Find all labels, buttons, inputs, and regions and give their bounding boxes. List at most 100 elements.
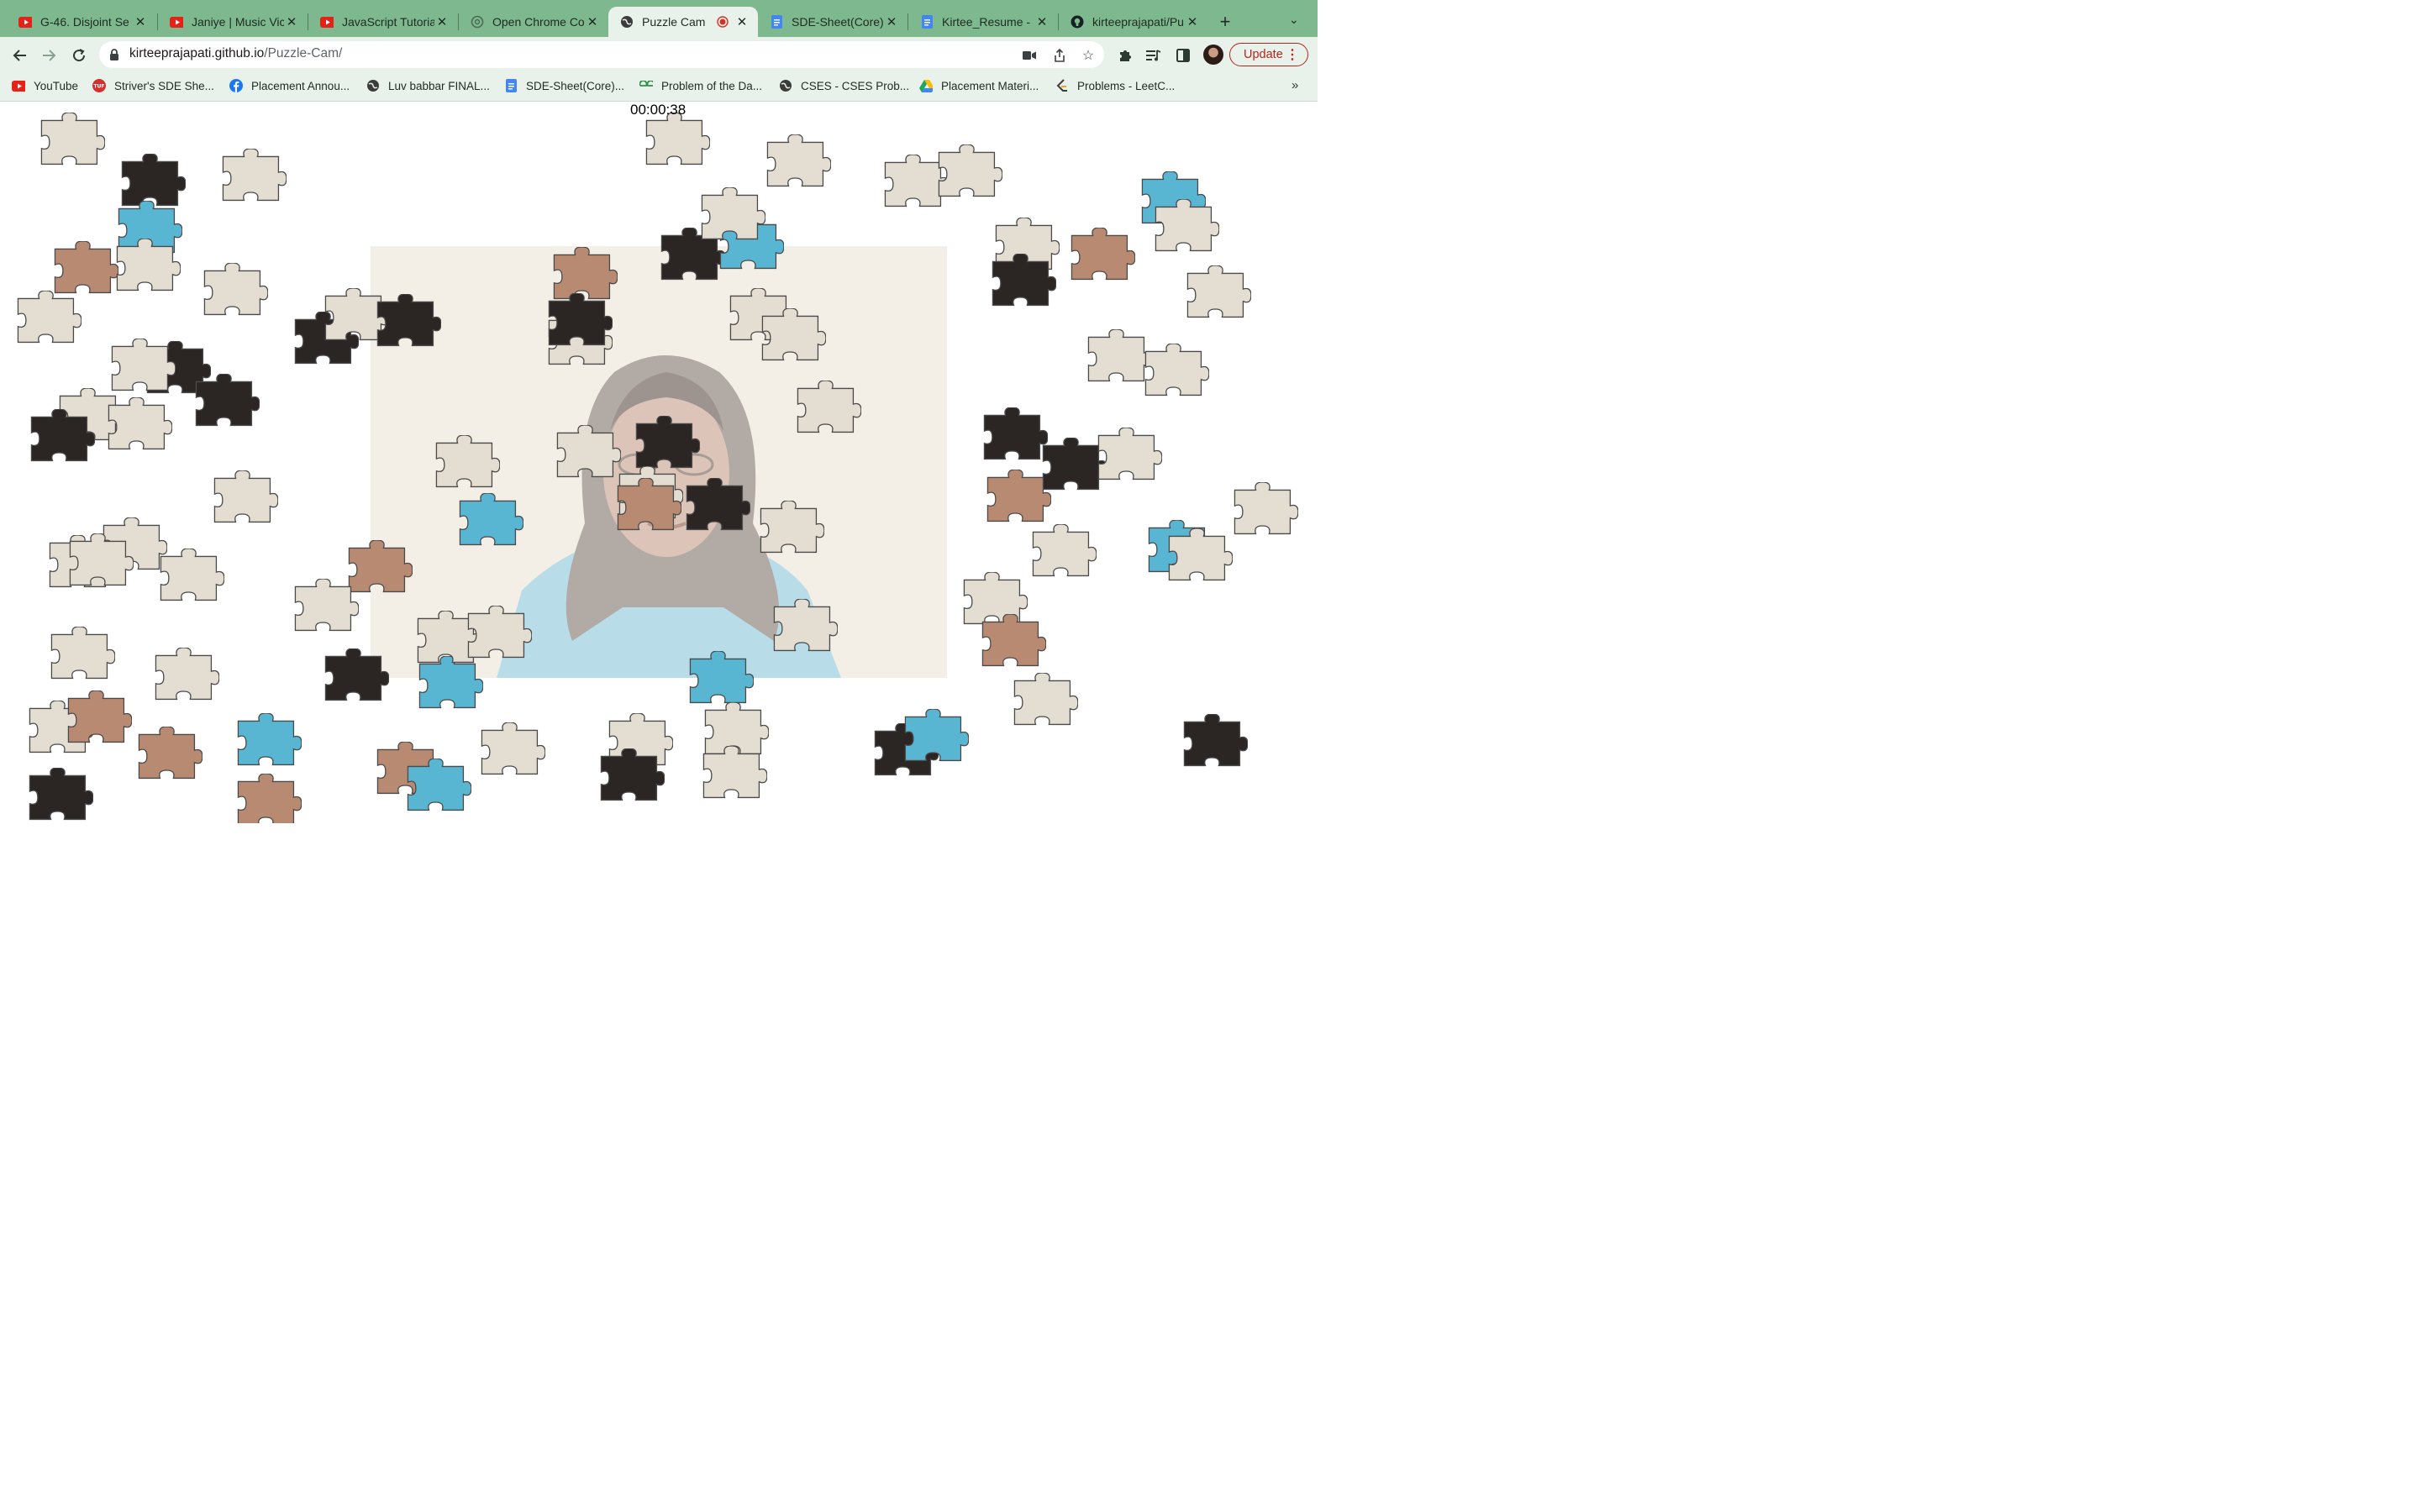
puzzle-piece[interactable] bbox=[610, 477, 682, 531]
camera-icon[interactable] bbox=[1022, 48, 1037, 63]
puzzle-piece[interactable] bbox=[546, 246, 618, 300]
puzzle-piece[interactable] bbox=[1148, 198, 1220, 252]
puzzle-piece[interactable] bbox=[109, 238, 182, 291]
puzzle-piece[interactable] bbox=[696, 745, 768, 799]
close-icon[interactable]: ✕ bbox=[585, 14, 600, 29]
avatar[interactable] bbox=[1203, 45, 1223, 65]
lock-icon[interactable] bbox=[109, 48, 119, 66]
puzzle-piece[interactable] bbox=[230, 712, 302, 766]
puzzle-piece[interactable] bbox=[1161, 528, 1234, 581]
puzzle-piece[interactable] bbox=[550, 424, 622, 478]
puzzle-piece[interactable] bbox=[47, 240, 119, 294]
tab-6[interactable]: Kirtee_Resume - ✕ bbox=[908, 7, 1058, 37]
puzzle-piece[interactable] bbox=[101, 396, 173, 450]
puzzle-piece[interactable] bbox=[694, 186, 766, 240]
puzzle-piece[interactable] bbox=[114, 153, 187, 207]
tab-2[interactable]: JavaScript Tutoria ✕ bbox=[308, 7, 458, 37]
puzzle-piece[interactable] bbox=[474, 722, 546, 775]
bookmark-placement-material[interactable]: Placement Materi... bbox=[919, 79, 1039, 92]
bookmark-sde-sheet[interactable]: SDE-Sheet(Core)... bbox=[504, 79, 624, 92]
puzzle-piece[interactable] bbox=[980, 469, 1052, 522]
back-button[interactable] bbox=[8, 44, 32, 67]
close-icon[interactable]: ✕ bbox=[1185, 14, 1200, 29]
puzzle-piece[interactable] bbox=[755, 307, 827, 361]
puzzle-piece[interactable] bbox=[62, 533, 134, 586]
puzzle-piece[interactable] bbox=[1025, 523, 1097, 577]
puzzle-piece[interactable] bbox=[1138, 343, 1210, 396]
puzzle-piece[interactable] bbox=[188, 373, 260, 427]
puzzle-piece[interactable] bbox=[931, 144, 1003, 197]
close-icon[interactable]: ✕ bbox=[734, 14, 750, 29]
bookmark-placement-announcements[interactable]: Placement Annou... bbox=[229, 79, 350, 92]
puzzle-piece[interactable] bbox=[1091, 427, 1163, 480]
side-panel-icon[interactable] bbox=[1175, 47, 1192, 64]
puzzle-piece[interactable] bbox=[22, 767, 94, 821]
puzzle-piece[interactable] bbox=[1176, 713, 1249, 767]
tab-4[interactable]: Puzzle Cam ✕ bbox=[608, 7, 758, 37]
puzzle-piece[interactable] bbox=[679, 477, 751, 531]
puzzle-piece[interactable] bbox=[215, 148, 287, 202]
extensions-icon[interactable] bbox=[1117, 47, 1134, 64]
puzzle-piece[interactable] bbox=[760, 134, 832, 187]
puzzle-piece[interactable] bbox=[877, 154, 950, 207]
address-bar[interactable]: kirteeprajapati.github.io/Puzzle-Cam/ ☆ bbox=[99, 41, 1104, 68]
puzzle-piece[interactable] bbox=[985, 253, 1057, 307]
bookmark-problem-of-the-day[interactable]: Problem of the Da... bbox=[639, 79, 762, 92]
bookmark-luv-babbar[interactable]: Luv babbar FINAL... bbox=[366, 79, 490, 92]
tab-search-chevron-icon[interactable]: ⌄ bbox=[1289, 13, 1299, 27]
puzzle-piece[interactable] bbox=[593, 748, 666, 801]
reload-button[interactable] bbox=[67, 44, 91, 67]
puzzle-piece[interactable] bbox=[976, 407, 1049, 460]
puzzle-piece[interactable] bbox=[429, 434, 501, 488]
puzzle-piece[interactable] bbox=[753, 500, 825, 554]
media-controls-icon[interactable] bbox=[1145, 47, 1162, 64]
puzzle-piece[interactable] bbox=[629, 415, 701, 469]
puzzle-piece[interactable] bbox=[197, 262, 269, 316]
close-icon[interactable]: ✕ bbox=[133, 14, 148, 29]
puzzle-piece[interactable] bbox=[34, 112, 106, 165]
puzzle-piece[interactable] bbox=[24, 408, 96, 462]
close-icon[interactable]: ✕ bbox=[884, 14, 899, 29]
bookmark-leetcode[interactable]: Problems - LeetC... bbox=[1055, 79, 1175, 92]
tab-0[interactable]: G-46. Disjoint Se ✕ bbox=[7, 7, 156, 37]
puzzle-piece[interactable] bbox=[287, 578, 360, 632]
puzzle-piece[interactable] bbox=[131, 726, 203, 780]
puzzle-piece[interactable] bbox=[104, 338, 176, 391]
puzzle-piece[interactable] bbox=[460, 605, 533, 659]
close-icon[interactable]: ✕ bbox=[284, 14, 299, 29]
puzzle-piece[interactable] bbox=[318, 287, 390, 341]
new-tab-button[interactable]: + bbox=[1215, 12, 1235, 32]
puzzle-piece[interactable] bbox=[975, 613, 1047, 667]
puzzle-piece[interactable] bbox=[897, 708, 970, 762]
share-icon[interactable] bbox=[1052, 48, 1067, 63]
puzzle-piece[interactable] bbox=[1081, 328, 1153, 382]
puzzle-piece[interactable] bbox=[10, 290, 82, 344]
puzzle-piece[interactable] bbox=[790, 380, 862, 433]
puzzle-piece[interactable] bbox=[60, 690, 133, 743]
puzzle-piece[interactable] bbox=[44, 626, 116, 680]
close-icon[interactable]: ✕ bbox=[434, 14, 450, 29]
update-button[interactable]: Update ⋮ bbox=[1229, 43, 1308, 66]
forward-button[interactable] bbox=[37, 44, 60, 67]
puzzle-piece[interactable] bbox=[697, 701, 770, 755]
puzzle-piece[interactable] bbox=[148, 647, 220, 701]
bookmark-striver[interactable]: TUF Striver's SDE She... bbox=[92, 79, 214, 92]
puzzle-piece[interactable] bbox=[153, 548, 225, 601]
puzzle-piece[interactable] bbox=[1227, 481, 1299, 535]
puzzle-piece[interactable] bbox=[230, 773, 302, 823]
puzzle-piece[interactable] bbox=[400, 758, 472, 811]
tab-5[interactable]: SDE-Sheet(Core) ✕ bbox=[758, 7, 908, 37]
bookmark-youtube[interactable]: YouTube bbox=[12, 79, 78, 92]
puzzle-piece[interactable] bbox=[956, 571, 1028, 625]
tab-7[interactable]: kirteeprajapati/Pu ✕ bbox=[1059, 7, 1208, 37]
puzzle-piece[interactable] bbox=[318, 648, 390, 701]
close-icon[interactable]: ✕ bbox=[1034, 14, 1050, 29]
tab-1[interactable]: Janiye | Music Vic ✕ bbox=[158, 7, 308, 37]
bookmark-star-icon[interactable]: ☆ bbox=[1081, 48, 1096, 63]
puzzle-piece[interactable] bbox=[452, 492, 524, 546]
puzzle-piece[interactable] bbox=[207, 470, 279, 523]
puzzle-piece[interactable] bbox=[682, 650, 755, 704]
puzzle-piece[interactable] bbox=[370, 293, 442, 347]
tab-3[interactable]: Open Chrome Co ✕ bbox=[459, 7, 608, 37]
more-bookmarks-icon[interactable]: » bbox=[1292, 78, 1298, 92]
